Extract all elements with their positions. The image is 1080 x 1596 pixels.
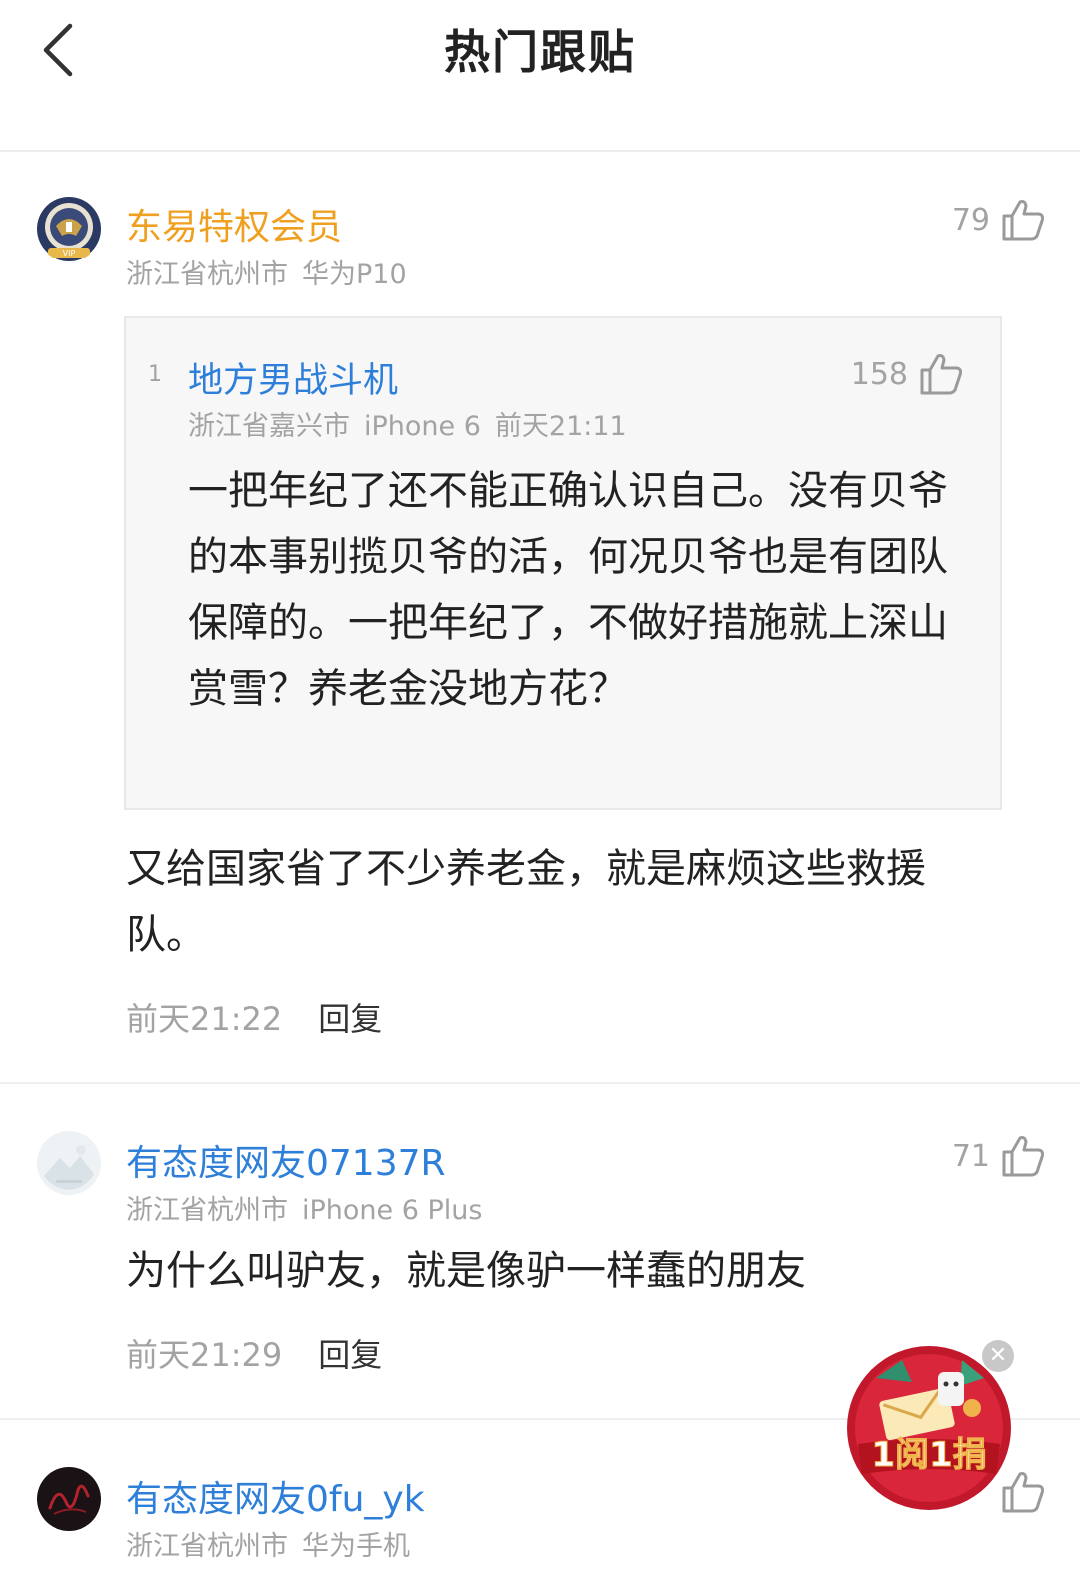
default-avatar-icon — [37, 1131, 101, 1195]
quote-like-count: 158 — [850, 356, 908, 392]
avatar[interactable] — [36, 1466, 102, 1532]
comment-time: 前天21:29 — [126, 1336, 283, 1374]
quote-floor-number: 1 — [148, 362, 162, 387]
signature-avatar-icon — [37, 1467, 101, 1531]
comment-device: 华为P10 — [302, 259, 407, 290]
reply-button[interactable]: 回复 — [318, 1000, 382, 1038]
vip-badge: VIP — [63, 249, 76, 258]
comment-footer: 前天21:22 回复 — [126, 994, 382, 1040]
quote-like-button[interactable]: 158 — [851, 352, 964, 396]
comment-location: 浙江省杭州市 — [126, 1531, 288, 1562]
quote-text: 一把年纪了还不能正确认识自己。没有贝爷的本事别揽贝爷的活，何况贝爷也是有团队保障… — [188, 468, 948, 712]
comment-meta: 浙江省杭州市 华为P10 — [126, 252, 407, 291]
comment-meta: 浙江省杭州市 华为手机 — [126, 1524, 410, 1563]
thumbs-up-icon — [1002, 1136, 1045, 1177]
quote-location: 浙江省嘉兴市 — [188, 411, 350, 442]
quoted-comment[interactable]: 1 地方男战斗机 浙江省嘉兴市 iPhone 6 前天21:11 158 一把年纪了… — [124, 316, 1002, 810]
seal-avatar-icon: VIP — [37, 197, 101, 261]
avatar[interactable]: VIP — [36, 196, 102, 262]
quote-username[interactable]: 地方男战斗机 — [188, 352, 398, 403]
like-button[interactable]: 79 — [952, 198, 1046, 242]
avatar[interactable] — [36, 1130, 102, 1196]
comment-text: 又给国家省了不少养老金，就是麻烦这些救援队。 — [126, 846, 926, 958]
comment-device: 华为手机 — [302, 1531, 410, 1562]
comment-location: 浙江省杭州市 — [126, 259, 288, 290]
comment-device: iPhone 6 Plus — [302, 1195, 483, 1226]
reply-button[interactable]: 回复 — [318, 1336, 382, 1374]
divider — [0, 1082, 1080, 1084]
like-count: 71 — [951, 1138, 990, 1174]
header-bar: 热门跟贴 — [0, 0, 1080, 152]
quote-meta: 浙江省嘉兴市 iPhone 6 前天21:11 — [188, 404, 627, 443]
close-icon[interactable]: ✕ — [982, 1340, 1014, 1372]
like-count: 79 — [951, 202, 990, 238]
promo-label: 1阅1捐 — [871, 1435, 986, 1475]
like-button[interactable]: 71 — [952, 1134, 1046, 1178]
quote-time: 前天21:11 — [494, 411, 627, 442]
page-title: 热门跟贴 — [444, 25, 636, 79]
thumbs-up-icon — [920, 354, 963, 395]
comment-username[interactable]: 东易特权会员 — [126, 198, 342, 250]
comment-time: 前天21:22 — [126, 1000, 283, 1038]
comment-username[interactable]: 有态度网友0fu_yk — [126, 1470, 425, 1522]
thumbs-up-icon — [1002, 200, 1045, 241]
quote-device: iPhone 6 — [364, 411, 481, 442]
comment-username[interactable]: 有态度网友07137R — [126, 1134, 446, 1186]
comment-text: 为什么叫驴友，就是像驴一样蠢的朋友 — [126, 1248, 806, 1294]
comment-meta: 浙江省杭州市 iPhone 6 Plus — [126, 1188, 482, 1227]
comment-location: 浙江省杭州市 — [126, 1195, 288, 1226]
comment-footer: 前天21:29 回复 — [126, 1330, 382, 1376]
